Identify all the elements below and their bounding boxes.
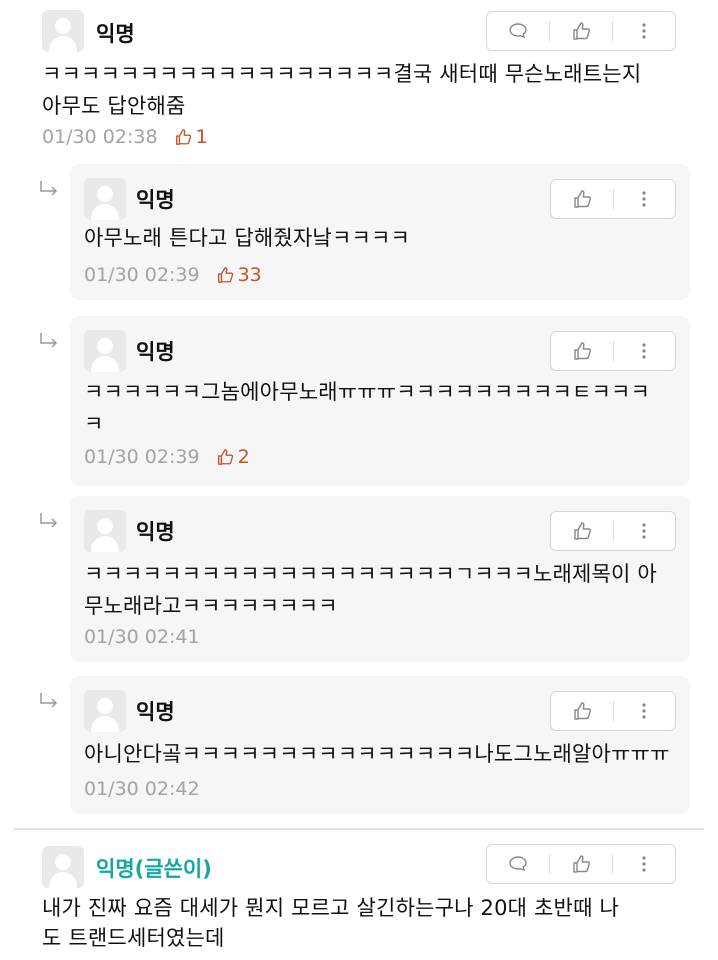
like-count-value: 33 (237, 264, 262, 286)
reply-text: 아무노래 튼다고 답해줬자낰ㅋㅋㅋㅋ (84, 222, 680, 254)
avatar (84, 510, 126, 552)
thumbs-up-icon (175, 129, 191, 145)
like-count-value: 2 (237, 446, 250, 468)
comment-text-line: ㅋㅋㅋㅋㅋㅋㅋㅋㅋㅋㅋㅋㅋㅋㅋㅋㅋㅋ결국 새터때 무슨노래트는지 (42, 62, 642, 86)
comment-text-line: 도 트랜드세터였는데 (42, 926, 225, 950)
speech-bubble-icon (509, 23, 527, 39)
comment-text: ㅋㅋㅋㅋㅋㅋㅋㅋㅋㅋㅋㅋㅋㅋㅋㅋㅋㅋ결국 새터때 무슨노래트는지 아무도 답안해… (42, 58, 682, 122)
timestamp: 01/30 02:38 (42, 126, 158, 148)
more-vertical-icon (642, 23, 646, 39)
speech-bubble-icon (509, 856, 527, 872)
avatar (42, 846, 84, 888)
like-count: 2 (216, 446, 250, 468)
comment-text-line: 아무도 답안해줌 (42, 94, 186, 118)
comment-meta: 01/30 02:38 1 (42, 126, 208, 148)
more-button[interactable] (613, 845, 675, 883)
reply-actions (550, 511, 676, 551)
thumbs-up-icon (217, 449, 233, 465)
reply-text-line: 무노래라고ㅋㅋㅋㅋㅋㅋㅋㅋ (84, 594, 338, 618)
thumbs-up-icon (573, 22, 591, 40)
more-vertical-icon (642, 191, 646, 207)
like-button[interactable] (551, 512, 613, 550)
thumbs-up-icon (574, 522, 591, 540)
timestamp: 01/30 02:42 (84, 778, 200, 800)
like-count-value: 1 (195, 126, 208, 148)
comment-actions (486, 11, 676, 51)
thumbs-up-icon (217, 267, 233, 283)
author-name: 익명 (136, 520, 175, 544)
reply-arrow-icon (40, 693, 58, 708)
like-button[interactable] (551, 692, 613, 730)
avatar (84, 178, 126, 220)
more-button[interactable] (613, 332, 675, 370)
reply-text: 아니안다곸ㅋㅋㅋㅋㅋㅋㅋㅋㅋㅋㅋㅋㅋㅋㅋ나도그노래알아ㅠㅠㅠ (84, 738, 680, 770)
like-button[interactable] (550, 845, 612, 883)
reply: 익명 ㅋㅋㅋㅋㅋㅋ그놈에아무노래ㅠㅠㅠㅋㅋㅋㅋㅋㅋㅋㅋㅋㅌㅋㅋㅋ ㅋ 01/30… (70, 316, 690, 486)
reply-text-line: ㅋㅋㅋㅋㅋㅋ그놈에아무노래ㅠㅠㅠㅋㅋㅋㅋㅋㅋㅋㅋㅋㅌㅋㅋㅋ (84, 380, 651, 404)
reply-text-line: ㅋ (84, 412, 104, 436)
comment-actions (486, 844, 676, 884)
timestamp: 01/30 02:41 (84, 626, 200, 648)
avatar (84, 330, 126, 372)
like-count: 33 (216, 264, 262, 286)
reply: 익명 아무노래 튼다고 답해줬자낰ㅋㅋㅋㅋ 01/30 02:39 33 (70, 164, 690, 300)
reply-meta: 01/30 02:39 2 (84, 446, 250, 468)
more-vertical-icon (642, 343, 646, 359)
like-button[interactable] (551, 332, 613, 370)
reply-text-line: ㅋㅋㅋㅋㅋㅋㅋㅋㅋㅋㅋㅋㅋㅋㅋㅋㅋㅋㅋㄱㅋㅋㅋ노래제목이 아 (84, 562, 657, 586)
avatar (42, 10, 84, 52)
like-button[interactable] (550, 12, 612, 50)
reply-button[interactable] (487, 845, 549, 883)
thumbs-up-icon (574, 702, 591, 720)
more-vertical-icon (642, 856, 646, 872)
more-vertical-icon (642, 703, 646, 719)
avatar (84, 690, 126, 732)
thumbs-up-icon (574, 342, 591, 360)
reply-actions (550, 691, 676, 731)
more-vertical-icon (642, 523, 646, 539)
reply: 익명 ㅋㅋㅋㅋㅋㅋㅋㅋㅋㅋㅋㅋㅋㅋㅋㅋㅋㅋㅋㄱㅋㅋㅋ노래제목이 아 무노래라고ㅋ… (70, 496, 690, 662)
author-name: 익명 (136, 188, 175, 212)
thumbs-up-icon (574, 190, 591, 208)
timestamp: 01/30 02:39 (84, 264, 200, 286)
reply-actions (550, 179, 676, 219)
comment-text: 내가 진짜 요즘 대세가 뭔지 모르고 살긴하는구나 20대 초반때 나 도 트… (42, 893, 682, 953)
reply-meta: 01/30 02:41 (84, 626, 200, 648)
author-name: 익명 (136, 340, 175, 364)
timestamp: 01/30 02:39 (84, 446, 200, 468)
reply-arrow-icon (40, 333, 58, 348)
more-button[interactable] (613, 180, 675, 218)
reply: 익명 아니안다곸ㅋㅋㅋㅋㅋㅋㅋㅋㅋㅋㅋㅋㅋㅋㅋ나도그노래알아ㅠㅠㅠ 01/30 … (70, 676, 690, 814)
reply-arrow-icon (40, 513, 58, 528)
thumbs-up-icon (573, 855, 591, 873)
like-button[interactable] (551, 180, 613, 218)
divider (14, 828, 704, 830)
more-button[interactable] (613, 692, 675, 730)
more-button[interactable] (613, 12, 675, 50)
reply-actions (550, 331, 676, 371)
author-name-writer: 익명(글쓴이) (96, 857, 212, 881)
more-button[interactable] (613, 512, 675, 550)
reply-text: ㅋㅋㅋㅋㅋㅋㅋㅋㅋㅋㅋㅋㅋㅋㅋㅋㅋㅋㅋㄱㅋㅋㅋ노래제목이 아 무노래라고ㅋㅋㅋㅋ… (84, 558, 680, 622)
reply-button[interactable] (487, 12, 549, 50)
author-name: 익명 (136, 700, 175, 724)
reply-text: ㅋㅋㅋㅋㅋㅋ그놈에아무노래ㅠㅠㅠㅋㅋㅋㅋㅋㅋㅋㅋㅋㅌㅋㅋㅋ ㅋ (84, 376, 680, 440)
comment-text-line: 내가 진짜 요즘 대세가 뭔지 모르고 살긴하는구나 20대 초반때 나 (42, 896, 619, 920)
reply-arrow-icon (40, 181, 58, 196)
like-count: 1 (174, 126, 208, 148)
reply-meta: 01/30 02:39 33 (84, 264, 262, 286)
reply-meta: 01/30 02:42 (84, 778, 200, 800)
reply-text-line: 아니안다곸ㅋㅋㅋㅋㅋㅋㅋㅋㅋㅋㅋㅋㅋㅋㅋ나도그노래알아ㅠㅠㅠ (84, 742, 670, 766)
reply-text-line: 아무노래 튼다고 답해줬자낰ㅋㅋㅋㅋ (84, 226, 411, 250)
author-name: 익명 (96, 22, 135, 46)
